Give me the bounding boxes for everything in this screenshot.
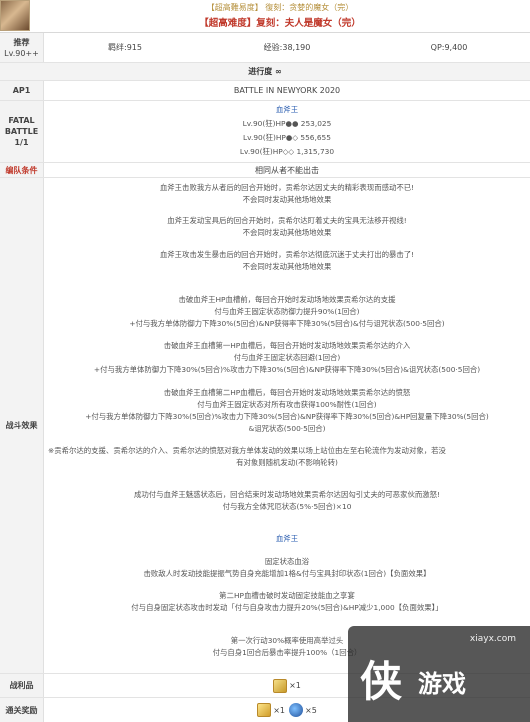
site-watermark: xiayx.com 侠 游戏 [348, 626, 530, 722]
fatal-label-2: BATTLE [4, 127, 39, 136]
reward-count-2: ×5 [305, 705, 317, 715]
exp-value: 经验:38,190 [263, 43, 311, 52]
effect-line: 成功付与血斧王魅惑状态后，回合结束时发动场地效果贡希尔达因勾引丈夫的可恶家伙而激… [134, 490, 440, 499]
blue-feather-icon[interactable] [289, 703, 303, 717]
gold-statue-icon[interactable] [273, 678, 288, 693]
effect-line: 不会同时发动其他场地效果 [242, 262, 332, 271]
battle-effects-row: 战斗效果 血斧王击败我方从者后的回合开始时，贡希尔达因丈夫的精彩表现而感动不已!… [0, 178, 530, 674]
effect-line: 付与我方全体咒厄状态(5%·5回合)×10 [222, 502, 352, 511]
effect-line: +付与我方单体防御力下降30%(5回合)%攻击力下降30%(5回合)&NP获得率… [85, 412, 489, 421]
battle-effects-label: 战斗效果 [0, 178, 44, 673]
formation-row: 编队条件 相同从者不能出击 [0, 163, 530, 178]
effect-line: 付与血斧王固定状态回避(1回合) [233, 353, 341, 362]
watermark-text: 游戏 [418, 670, 466, 698]
effect-line: 血斧王击败我方从者后的回合开始时，贡希尔达因丈夫的精彩表现而感动不已! [159, 183, 415, 192]
formation-label: 编队条件 [0, 163, 44, 177]
gold-bars-icon[interactable] [257, 703, 272, 717]
enemy-hp-3: Lv.90(狂)HP◇◇ 1,315,730 [239, 147, 335, 156]
effect-line: &诅咒状态(500·5回合) [248, 424, 326, 433]
recommend-label-cell: 推荐 Lv.90++ [0, 33, 44, 62]
effect-line: 不会同时发动其他场地效果 [242, 228, 332, 237]
effect-line: +付与我方单体防御力下降30%(5回合)&NP获得率下降30%(5回合)&付与诅… [129, 319, 445, 328]
ap-label: AP1 [0, 81, 44, 100]
effect-line: 固定状态血浴 [264, 557, 310, 566]
effect-line: 付与血斧王固定状态对所有攻击获得100%耐性(1回合) [197, 400, 377, 409]
bond-value: 羁绊:915 [108, 43, 142, 52]
effect-line: +付与我方单体防御力下降30%(5回合)%攻击力下降30%(5回合)&NP获得率… [93, 365, 481, 374]
drop-count: ×1 [289, 681, 301, 690]
formation-value: 相同从者不能出击 [255, 165, 319, 175]
reward-count-1: ×1 [273, 705, 285, 715]
quest-title: 【超高难度】复刻：夫人是魔女（完） [199, 18, 361, 29]
enemy-hp-2: Lv.90(狂)HP●◇ 556,655 [243, 133, 331, 142]
boss-name[interactable]: 血斧王 [44, 534, 530, 544]
servant-avatar[interactable] [0, 0, 30, 31]
qp-cell: QP:9,400 [368, 33, 530, 62]
reward-label: 通关奖励 [0, 698, 44, 722]
fatal-battle-row: FATAL BATTLE 1/1 血斧王 Lv.90(狂)HP●● 253,02… [0, 101, 530, 163]
effect-line: 第二HP血槽击破时发动固定技能血之享宴 [219, 591, 355, 600]
qp-value: QP:9,400 [430, 43, 468, 52]
quest-header: 【超高難易度】 復刻：贪婪的魔女（完） 【超高难度】复刻：夫人是魔女（完） [0, 0, 530, 33]
watermark-logo: 侠 [360, 657, 403, 706]
effect-line: 血斧王攻击发生暴击后的回合开始时，贡希尔达彻底沉迷于丈夫打出的暴击了! [159, 250, 415, 259]
bond-cell: 羁绊:915 [44, 33, 206, 62]
battle-location: BATTLE IN NEWYORK 2020 [233, 86, 341, 95]
effect-line: 击破血斧王HP血槽前，每回合开始时发动场地效果贡希尔达的支援 [178, 295, 396, 304]
recommend-label: 推荐 [13, 37, 30, 47]
quest-subtitle: 【超高難易度】 復刻：贪婪的魔女（完） [206, 3, 354, 12]
progress-label: 进行度 ∞ [248, 67, 282, 76]
ap-row: AP1 BATTLE IN NEWYORK 2020 [0, 81, 530, 101]
effect-line: 击破血斧王血槽第二HP血槽后，每回合开始时发动场地效果贡希尔达的愤怒 [163, 388, 411, 397]
progress-row: 进行度 ∞ [0, 63, 530, 81]
effect-line: 血斧王发动宝具后的回合开始时，贡希尔达盯着丈夫的宝具无法移开视线! [167, 216, 407, 225]
effect-line: 付与血斧王固定状态防御力提升90%(1回合) [214, 307, 360, 316]
effect-note-line: ※贡希尔达的支援、贡希尔达的介入、贡希尔达的愤怒对我方单体发动的效果以场上站位由… [48, 446, 446, 455]
exp-cell: 经验:38,190 [206, 33, 368, 62]
effect-line: 付与自身固定状态攻击时发动「付与自身攻击力提升20%(5回合)&HP减少1,00… [131, 603, 443, 612]
drop-label: 战利品 [0, 674, 44, 697]
enemy-hp-1: Lv.90(狂)HP●● 253,025 [242, 119, 332, 128]
info-row: 推荐 Lv.90++ 羁绊:915 经验:38,190 QP:9,400 [0, 33, 530, 63]
watermark-site: xiayx.com [469, 634, 516, 644]
fatal-label-1: FATAL [8, 116, 35, 125]
fatal-battle-label: FATAL BATTLE 1/1 [0, 101, 44, 162]
enemy-name[interactable]: 血斧王 [44, 105, 530, 115]
effect-line: 不会同时发动其他场地效果 [242, 195, 332, 204]
effect-line: 击破血斧王血槽第一HP血槽后，每回合开始时发动场地效果贡希尔达的介入 [163, 341, 411, 350]
effect-line: 击败敌人时发动技能提振气势自身充能增加1格&付与宝具封印状态(1回合)【负面效果… [143, 569, 431, 578]
effect-note-line: 有对象则随机发动(不影响轮转) [236, 458, 338, 467]
recommend-level: Lv.90++ [4, 48, 39, 58]
fatal-label-3: 1/1 [14, 138, 29, 147]
